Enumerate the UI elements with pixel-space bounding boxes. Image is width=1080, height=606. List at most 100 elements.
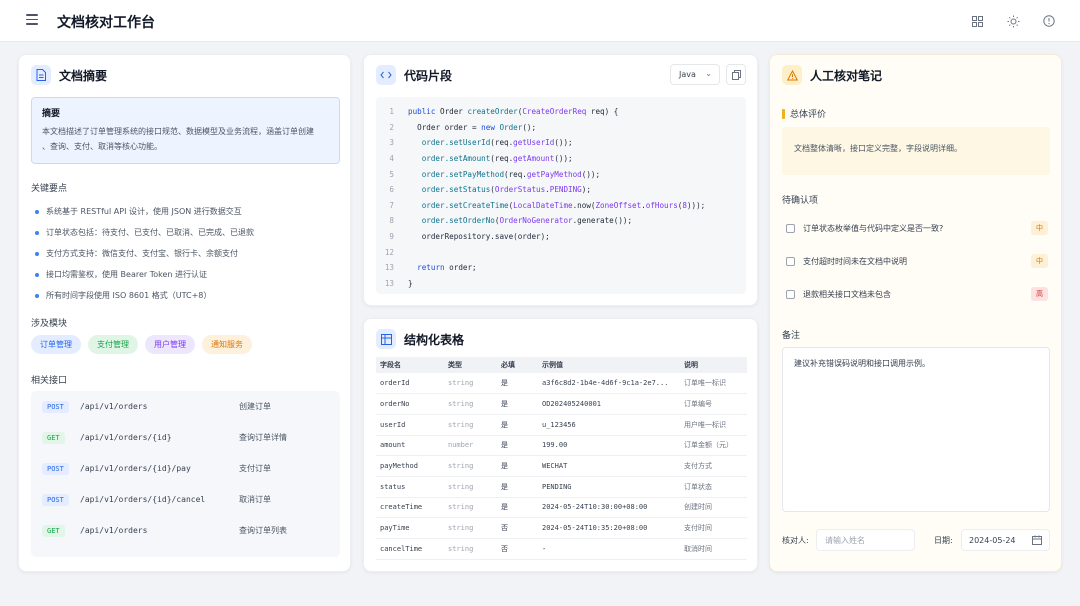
table-cell: 支付时间 bbox=[680, 517, 747, 539]
table-cell: 是 bbox=[497, 393, 538, 415]
code-token: getUserId bbox=[513, 138, 555, 148]
confirm-item[interactable]: 支付超时时间未在文档中说明 中 bbox=[786, 253, 1048, 269]
line-number: 8 bbox=[389, 216, 394, 226]
calendar-icon bbox=[1032, 535, 1042, 545]
module-tag[interactable]: 用户管理 bbox=[145, 335, 195, 354]
api-row[interactable]: POST/api/v1/orders/{id}/pay 支付订单 bbox=[31, 453, 340, 484]
sun-icon[interactable] bbox=[1004, 12, 1022, 30]
code-line: 13 return order; bbox=[376, 260, 746, 276]
table-cell: status bbox=[376, 476, 444, 498]
api-path: /api/v1/orders bbox=[80, 526, 148, 535]
warning-icon bbox=[782, 65, 802, 85]
line-number: 3 bbox=[389, 138, 394, 148]
table-header-cell: 必填 bbox=[497, 357, 538, 373]
table-row: createTime string 是 2024-05-24T10:30:00+08:… bbox=[376, 497, 747, 519]
api-path: /api/v1/orders bbox=[80, 402, 148, 411]
table-cell: 是 bbox=[497, 476, 538, 498]
code-token: order; bbox=[449, 263, 477, 273]
code-token: Order bbox=[440, 107, 468, 117]
language-select[interactable]: Java ⌄ bbox=[670, 64, 720, 85]
modules-label: 涉及模块 bbox=[31, 319, 68, 329]
code-line: 3 order.setUserId (req. getUserId ()); bbox=[376, 135, 746, 151]
remark-textarea[interactable]: 建议补充错误码说明和接口调用示例。 bbox=[782, 347, 1050, 512]
api-row[interactable]: POST/api/v1/orders/{id}/cancel 取消订单 bbox=[31, 484, 340, 515]
abstract-box: 摘要 本文档描述了订单管理系统的接口规范、数据模型及业务流程，涵盖订单创建 、查… bbox=[31, 97, 340, 164]
module-tag[interactable]: 订单管理 bbox=[31, 335, 81, 354]
table-cell: string bbox=[444, 414, 497, 436]
table-cell: string bbox=[444, 393, 497, 415]
date-picker[interactable]: 2024-05-24 bbox=[961, 529, 1050, 551]
table-row: status string 是 PENDING 订单状态 bbox=[376, 476, 747, 498]
table-cell: payMethod bbox=[376, 455, 444, 477]
http-method-badge: POST bbox=[42, 462, 69, 475]
checkbox[interactable] bbox=[786, 256, 795, 266]
copy-button[interactable] bbox=[726, 64, 746, 85]
eval-label: 总体评价 bbox=[782, 107, 826, 120]
code-token: .now( bbox=[572, 200, 596, 210]
code-token: ()); bbox=[554, 154, 573, 164]
api-description: 查询订单列表 bbox=[239, 526, 287, 535]
api-path: /api/v1/orders/{id} bbox=[80, 433, 172, 442]
table-cell: u_123456 bbox=[538, 414, 680, 436]
table-cell: 199.00 bbox=[538, 435, 680, 457]
code-line: 8 order.setOrderNo(OrderNoGenerator .gene… bbox=[376, 213, 746, 229]
table-cell: 创建时间 bbox=[680, 497, 747, 519]
line-number: 13 bbox=[384, 263, 394, 273]
module-tag[interactable]: 通知服务 bbox=[202, 335, 252, 354]
field-table: 字段名 类型 必填 示例值 说明 orderId string 是 a3f6c8d2-1b4e… bbox=[376, 357, 747, 560]
grid-icon[interactable] bbox=[968, 12, 986, 30]
code-token: } bbox=[408, 278, 413, 288]
http-method-badge: GET bbox=[42, 431, 65, 444]
line-number: 4 bbox=[389, 154, 394, 164]
code-token: order.setStatus bbox=[421, 185, 491, 195]
reviewer-input[interactable]: 请输入姓名 bbox=[816, 529, 915, 551]
code-token: ))); bbox=[686, 200, 706, 210]
checkbox[interactable] bbox=[786, 223, 795, 233]
code-token: ()); bbox=[554, 138, 573, 148]
api-list: POST/api/v1/orders 创建订单 GET/api/v1/orders/… bbox=[31, 391, 340, 557]
confirm-item-text: 订单状态枚举值与代码中定义是否一致? bbox=[803, 223, 944, 233]
priority-badge: 中 bbox=[1031, 221, 1048, 235]
apis-label: 相关接口 bbox=[31, 376, 68, 386]
api-row[interactable]: GET/api/v1/orders 查询订单列表 bbox=[31, 515, 340, 546]
http-method-badge: GET bbox=[42, 524, 65, 537]
table-row: amount number 是 199.00 订单金额（元） bbox=[376, 435, 747, 457]
notes-title: 人工核对笔记 bbox=[810, 68, 883, 83]
key-point-item: 系统基于 RESTful API 设计，使用 JSON 进行数据交互 bbox=[35, 201, 254, 222]
code-icon bbox=[376, 65, 396, 85]
table-cell: a3f6c8d2-1b4e-4d6f-9c1a-2e7... bbox=[538, 373, 680, 395]
code-title: 代码片段 bbox=[404, 68, 453, 83]
code-token: order.setUserId bbox=[421, 138, 491, 148]
table-cell: string bbox=[444, 476, 497, 498]
table-cell: orderNo bbox=[376, 393, 444, 415]
code-token: orderRepository.save(order); bbox=[421, 232, 550, 242]
table-row: orderId string 是 a3f6c8d2-1b4e-4d6f-9c1a-2e… bbox=[376, 373, 747, 395]
http-method-badge: POST bbox=[42, 400, 69, 413]
document-icon bbox=[31, 65, 51, 85]
confirm-item[interactable]: 退款相关接口文档未包含 高 bbox=[786, 286, 1048, 302]
checkbox[interactable] bbox=[786, 289, 795, 299]
line-number: 13 bbox=[384, 278, 394, 288]
table-row: payTime string 否 2024-05-24T10:35:20+08:00 支… bbox=[376, 517, 747, 539]
info-icon[interactable] bbox=[1040, 12, 1058, 30]
table-header-cell: 说明 bbox=[680, 357, 747, 373]
date-label: 日期: bbox=[934, 536, 953, 545]
table-cell: 是 bbox=[497, 497, 538, 519]
code-token: getAmount bbox=[513, 154, 555, 164]
code-token: OrderNoGenerator bbox=[499, 216, 573, 226]
notes-card: 人工核对笔记 总体评价 文档整体清晰，接口定义完整，字段说明详细。 待确认项 订… bbox=[769, 54, 1062, 572]
confirm-item[interactable]: 订单状态枚举值与代码中定义是否一致? 中 bbox=[786, 220, 1048, 236]
code-token: new bbox=[481, 122, 500, 132]
module-tag[interactable]: 支付管理 bbox=[88, 335, 138, 354]
api-row[interactable]: POST/api/v1/orders 创建订单 bbox=[31, 391, 340, 422]
line-number: 9 bbox=[389, 232, 394, 242]
table-cell: 是 bbox=[497, 435, 538, 457]
table-card: 结构化表格 字段名 类型 必填 示例值 说明 orderId string 是 a3f6c8d… bbox=[363, 318, 758, 572]
abstract-title: 摘要 bbox=[42, 109, 61, 119]
code-token: return bbox=[417, 263, 450, 273]
menu-icon[interactable] bbox=[26, 14, 38, 26]
chevron-down-icon: ⌄ bbox=[705, 69, 712, 78]
api-row[interactable]: GET/api/v1/orders/{id} 查询订单详情 bbox=[31, 422, 340, 453]
